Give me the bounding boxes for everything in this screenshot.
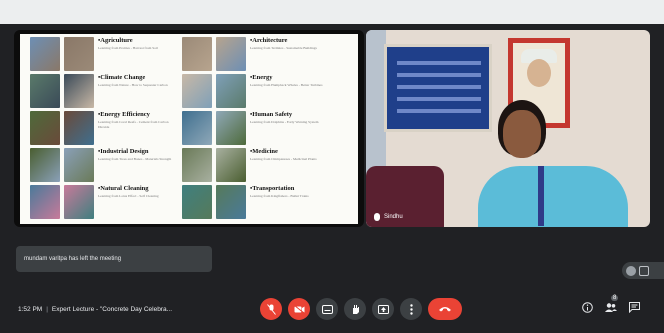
slide-topic: •Climate Change Learning from Nature - Ho…	[98, 74, 178, 108]
slide-thumbnail	[30, 74, 60, 108]
slide-topic-subtitle: Learning from Coral Reefs - Cement from …	[98, 120, 169, 130]
slide-topic-title: Transportation	[252, 185, 295, 192]
slide-topic-subtitle: Learning from Dolphins - Early Warning S…	[250, 120, 319, 125]
meeting-time: 1:52 PM	[18, 306, 43, 313]
slide-thumbnail	[182, 185, 212, 219]
slide-topic: •Human Safety Learning from Dolphins - Ea…	[250, 111, 330, 145]
slide-topic-title: Climate Change	[100, 74, 146, 81]
slide-thumbnail	[216, 74, 246, 108]
call-end-icon	[439, 307, 451, 312]
shared-slide: •Agriculture Learning from Prairies - Har…	[20, 34, 358, 224]
camera-off-icon	[293, 304, 305, 314]
slide-topic-subtitle: Learning from Kingfishers - Bullet Train…	[250, 194, 309, 199]
slide-topic-title: Energy Efficiency	[100, 111, 150, 118]
more-vert-icon	[409, 303, 413, 315]
people-button[interactable]: 8	[605, 295, 619, 316]
slide-thumbnail	[30, 148, 60, 182]
participant-label: Sindhu	[374, 213, 403, 221]
slide-topic: •Natural Cleaning Learning from Lotus Eff…	[98, 185, 178, 219]
side-panel-buttons: 8	[582, 295, 640, 316]
more-options-button[interactable]	[400, 298, 422, 320]
slide-topic-title: Human Safety	[252, 111, 293, 118]
slide-thumbnail	[64, 74, 94, 108]
participant-name: Sindhu	[384, 214, 403, 220]
info-icon	[582, 302, 593, 313]
slide-topic: •Industrial Design Learning from Trees an…	[98, 148, 178, 182]
presentation-tile[interactable]: •Agriculture Learning from Prairies - Har…	[14, 30, 364, 227]
notification-toast: mundam varitpa has left the meeting	[16, 246, 212, 272]
expand-icon[interactable]	[639, 265, 649, 276]
bottom-bar: 1:52 PM | Expert Lecture - "Concrete Day C…	[0, 290, 664, 333]
slide-thumbnail	[30, 111, 60, 145]
slide-thumbnail	[216, 148, 246, 182]
slide-topic-title: Natural Cleaning	[100, 185, 149, 192]
slide-topic-title: Energy	[252, 74, 273, 81]
slide-topic: •Transportation Learning from Kingfishers…	[250, 185, 330, 219]
slide-topic: •Energy Learning from Humpback Whales - B…	[250, 74, 330, 108]
slide-thumbnail	[216, 111, 246, 145]
slide-topic: •Energy Efficiency Learning from Coral Re…	[98, 111, 178, 145]
call-controls	[260, 298, 462, 320]
meeting-details-button[interactable]	[582, 302, 593, 316]
meeting-title: Expert Lecture - "Concrete Day Celebra..…	[51, 306, 173, 313]
mic-off-icon	[266, 303, 276, 315]
slide-thumbnail	[216, 185, 246, 219]
slide-topic-subtitle: Learning from Nature - How to Sequester …	[98, 83, 168, 88]
avatar	[626, 265, 636, 276]
hand-icon	[352, 304, 359, 314]
toast-message: mundam varitpa has left the meeting	[24, 256, 122, 262]
slide-thumbnail	[182, 74, 212, 108]
slide-thumbnail	[64, 185, 94, 219]
camera-tile[interactable]: Sindhu	[366, 30, 650, 227]
slide-topic-title: Medicine	[252, 148, 278, 155]
slide-topic-subtitle: Learning from Trees and Bones - Material…	[98, 157, 172, 162]
participants-count: 8	[611, 295, 619, 301]
slide-thumbnail	[182, 148, 212, 182]
slide-topic-subtitle: Learning from Prairies - Harvest from So…	[98, 46, 158, 51]
slide-thumbnail	[30, 37, 60, 71]
top-strip	[0, 0, 664, 24]
mic-icon	[374, 213, 380, 221]
participant-video	[478, 100, 628, 227]
slide-topic-title: Industrial Design	[100, 148, 149, 155]
people-icon	[605, 303, 617, 312]
slide-topic-subtitle: Learning from Termites - Sustainable Bui…	[250, 46, 317, 51]
captions-icon	[321, 304, 333, 314]
self-view-chip[interactable]	[622, 262, 664, 279]
slide-topic-subtitle: Learning from Lotus Effect - Self Cleani…	[98, 194, 159, 199]
slide-thumbnail	[64, 111, 94, 145]
present-button[interactable]	[372, 298, 394, 320]
slide-topic-title: Agriculture	[100, 37, 133, 44]
meeting-info: 1:52 PM | Expert Lecture - "Concrete Day C…	[18, 306, 172, 313]
chat-icon	[629, 302, 640, 314]
wall-poster	[384, 44, 492, 132]
raise-hand-button[interactable]	[344, 298, 366, 320]
slide-thumbnail	[30, 185, 60, 219]
slide-thumbnail	[182, 111, 212, 145]
slide-topic: •Architecture Learning from Termites - Su…	[250, 37, 330, 71]
slide-topic: •Agriculture Learning from Prairies - Har…	[98, 37, 178, 71]
present-icon	[377, 304, 389, 314]
slide-topic-subtitle: Learning from Humpback Whales - Better T…	[250, 83, 323, 88]
captions-button[interactable]	[316, 298, 338, 320]
camera-toggle-button[interactable]	[288, 298, 310, 320]
meeting-separator: |	[46, 306, 48, 313]
slide-thumbnail	[216, 37, 246, 71]
leave-call-button[interactable]	[428, 298, 462, 320]
slide-topic-title: Architecture	[252, 37, 288, 44]
slide-topic-subtitle: Learning from Chimpanzees - Medicinal Pl…	[250, 157, 317, 162]
slide-topic: •Medicine Learning from Chimpanzees - Med…	[250, 148, 330, 182]
slide-thumbnail	[182, 37, 212, 71]
mic-toggle-button[interactable]	[260, 298, 282, 320]
slide-thumbnail	[64, 148, 94, 182]
slide-thumbnail	[64, 37, 94, 71]
chat-button[interactable]	[629, 302, 640, 316]
